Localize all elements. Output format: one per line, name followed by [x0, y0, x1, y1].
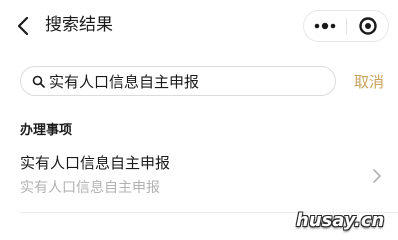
- cancel-button[interactable]: 取消: [354, 72, 384, 92]
- search-box[interactable]: [20, 66, 336, 96]
- back-button[interactable]: [14, 14, 34, 38]
- target-close-icon: [359, 17, 377, 35]
- more-dots-icon: [314, 22, 336, 30]
- more-button[interactable]: [304, 11, 346, 41]
- watermark: husay.cn: [296, 210, 385, 231]
- list-item[interactable]: 实有人口信息自主申报 实有人口信息自主申报: [0, 146, 398, 210]
- search-row: 取消: [0, 62, 398, 98]
- chevron-left-icon: [17, 16, 29, 36]
- page-title: 搜索结果: [45, 15, 113, 35]
- section-title: 办理事项: [20, 123, 73, 138]
- mini-program-capsule: [303, 10, 389, 42]
- chevron-right-icon: [373, 169, 381, 183]
- result-title: 实有人口信息自主申报: [20, 154, 171, 172]
- result-subtitle: 实有人口信息自主申报: [20, 180, 160, 196]
- search-input[interactable]: [49, 69, 319, 93]
- close-button[interactable]: [347, 11, 389, 41]
- top-bar: 搜索结果: [0, 0, 398, 50]
- search-icon: [32, 75, 45, 88]
